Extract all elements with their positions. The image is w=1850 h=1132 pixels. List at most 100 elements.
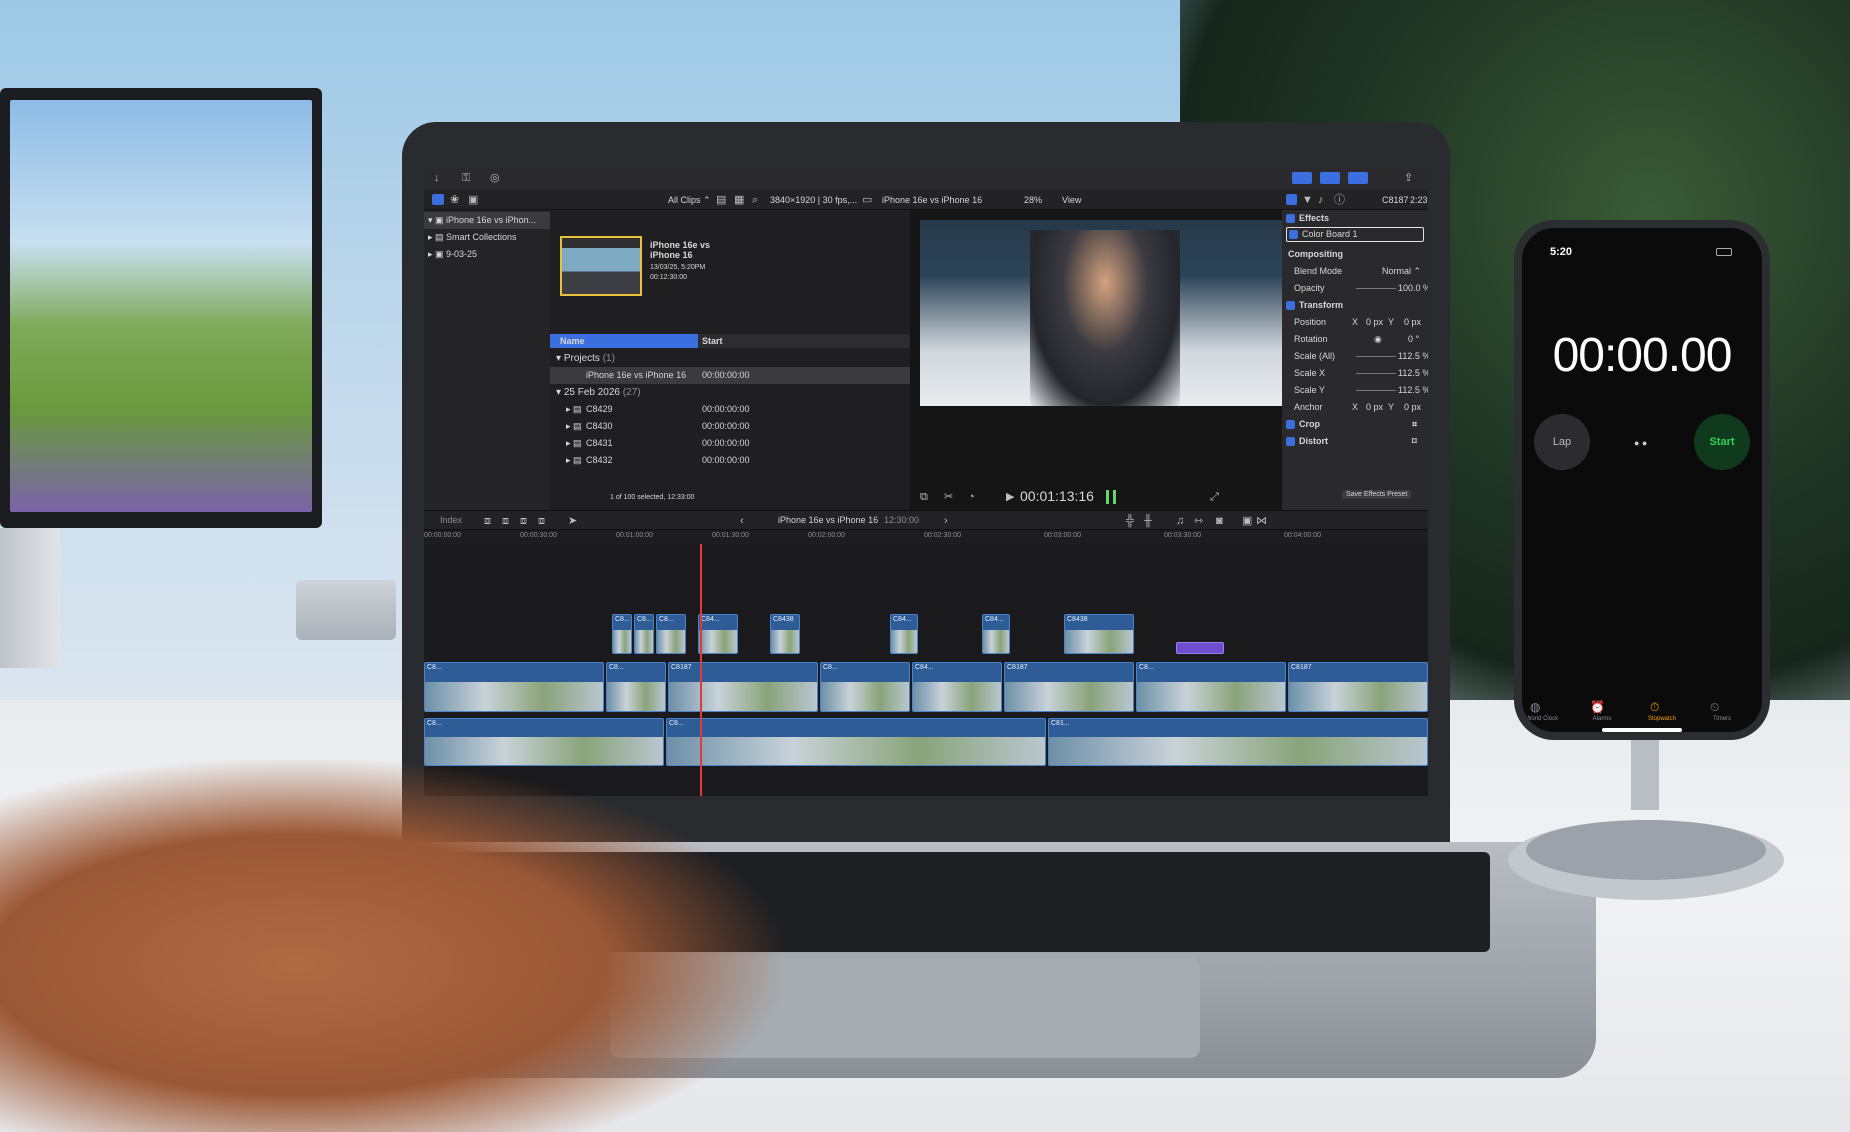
clip-appearance-timeline-icon[interactable]: ▣: [1242, 514, 1252, 528]
anchor-y-field[interactable]: 0 px: [1404, 399, 1421, 416]
viewer-frame[interactable]: [920, 220, 1282, 406]
join-icon[interactable]: ╫: [1144, 514, 1152, 528]
list-group[interactable]: ▾ Projects (1): [550, 350, 910, 367]
timeline-clip[interactable]: C8...: [656, 614, 686, 654]
tab-alarms[interactable]: Alarms: [1574, 716, 1630, 722]
list-item[interactable]: iPhone 16e vs iPhone 16 00:00:00:00: [550, 367, 910, 384]
distort-header[interactable]: Distort ⌑: [1282, 433, 1428, 450]
timeline-clip[interactable]: C8438: [1064, 614, 1134, 654]
titles-icon[interactable]: ▣: [468, 193, 478, 207]
list-item[interactable]: ▸ ▤ C8430 00:00:00:00: [550, 418, 910, 435]
view-dropdown[interactable]: View: [1062, 195, 1081, 205]
scale-x-slider[interactable]: [1356, 373, 1396, 374]
timeline-clip[interactable]: C8...: [634, 614, 654, 654]
column-start[interactable]: Start: [702, 336, 723, 346]
video-inspector-icon[interactable]: [1286, 194, 1297, 205]
speed-icon[interactable]: ◔: [968, 490, 975, 504]
timeline-clip[interactable]: C8...: [424, 718, 664, 766]
tab-stopwatch[interactable]: Stopwatch: [1634, 716, 1690, 722]
rotation-field[interactable]: 0 °: [1408, 331, 1419, 348]
enhance-icon[interactable]: ✂: [944, 490, 953, 504]
background-tasks-icon[interactable]: ◎: [490, 171, 500, 185]
opacity-slider[interactable]: [1356, 288, 1396, 289]
color-board-effect[interactable]: Color Board 1: [1286, 227, 1424, 242]
timeline-clip[interactable]: C84...: [890, 614, 918, 654]
rotation-dial-icon[interactable]: ◉: [1374, 331, 1382, 348]
timeline-clip[interactable]: C81...: [1048, 718, 1428, 766]
timer-icon[interactable]: ⏲: [1710, 700, 1719, 715]
timeline-clip[interactable]: C8187: [668, 662, 818, 712]
timeline-clip[interactable]: C8...: [424, 662, 604, 712]
list-item[interactable]: ▸ ▤ C8432 00:00:00:00: [550, 452, 910, 469]
timeline[interactable]: C8... C8... C8... C84... C8438 C84... C8…: [424, 544, 1428, 796]
history-back-icon[interactable]: ‹: [740, 514, 744, 528]
insert-icon[interactable]: ⧈: [502, 514, 509, 528]
timeline-project-name[interactable]: iPhone 16e vs iPhone 16: [778, 515, 878, 525]
timeline-clip[interactable]: C84...: [698, 614, 738, 654]
project-thumbnail[interactable]: [560, 236, 642, 296]
connect-icon[interactable]: ⧈: [484, 514, 491, 528]
audio-inspector-icon[interactable]: ♪: [1318, 193, 1324, 207]
search-icon[interactable]: ⌕: [752, 193, 758, 207]
alarm-icon[interactable]: ⏰: [1590, 700, 1605, 714]
overwrite-icon[interactable]: ⧈: [538, 514, 545, 528]
import-icon[interactable]: ↓: [434, 171, 440, 185]
transform-tool-icon[interactable]: ⧉: [920, 490, 928, 504]
scale-y-slider[interactable]: [1356, 390, 1396, 391]
crop-header[interactable]: Crop ⌗: [1282, 416, 1428, 433]
timeline-ruler[interactable]: 00:00:00:00 00:00:30:00 00:01:00:00 00:0…: [424, 530, 1428, 544]
headphones-icon[interactable]: ♫: [1176, 514, 1184, 528]
timeline-clip[interactable]: C8...: [1136, 662, 1286, 712]
skimming-icon[interactable]: ⇿: [1194, 514, 1203, 528]
timeline-index-button[interactable]: Index: [440, 515, 462, 525]
library-item[interactable]: ▾ ▣ iPhone 16e vs iPhon...: [424, 212, 550, 229]
timeline-clip[interactable]: C8187: [1288, 662, 1428, 712]
snapping-icon[interactable]: ◙: [1216, 514, 1223, 528]
position-x-field[interactable]: 0 px: [1366, 314, 1383, 331]
tab-timers[interactable]: Timers: [1694, 716, 1750, 722]
list-item[interactable]: ▸ ▤ C8431 00:00:00:00: [550, 435, 910, 452]
playhead[interactable]: [700, 544, 702, 796]
color-inspector-icon[interactable]: ▼: [1302, 193, 1313, 207]
photos-icon[interactable]: ❀: [450, 193, 459, 207]
blend-mode-popup[interactable]: Normal ⌃: [1382, 263, 1421, 280]
timeline-clip[interactable]: C8...: [606, 662, 666, 712]
library-item[interactable]: ▸ ▣ 9-03-25: [424, 246, 550, 263]
inspector-toggle-icon[interactable]: [1348, 172, 1368, 184]
history-forward-icon[interactable]: ›: [944, 514, 948, 528]
timeline-clip[interactable]: C8...: [666, 718, 1046, 766]
lap-button[interactable]: Lap: [1534, 414, 1590, 470]
timeline-clip[interactable]: C8...: [820, 662, 910, 712]
zoom-dropdown[interactable]: 28%: [1024, 195, 1042, 205]
library-item[interactable]: ▸ ▤ Smart Collections: [424, 229, 550, 246]
anchor-x-field[interactable]: 0 px: [1366, 399, 1383, 416]
save-effects-preset-button[interactable]: Save Effects Preset: [1342, 490, 1412, 499]
world-clock-icon[interactable]: ◍: [1530, 700, 1540, 714]
timeline-toggle-icon[interactable]: [1320, 172, 1340, 184]
compositing-header[interactable]: Compositing: [1282, 246, 1428, 263]
info-inspector-icon[interactable]: ⓘ: [1334, 193, 1345, 207]
distort-icon[interactable]: ⌑: [1412, 433, 1417, 450]
timeline-clip[interactable]: C8...: [612, 614, 632, 654]
scale-all-slider[interactable]: [1356, 356, 1396, 357]
share-icon[interactable]: ⇪: [1404, 171, 1413, 185]
select-tool-icon[interactable]: ➤: [568, 514, 577, 528]
play-icon[interactable]: ▶: [1006, 490, 1014, 504]
append-icon[interactable]: ⧈: [520, 514, 527, 528]
position-y-field[interactable]: 0 px: [1404, 314, 1421, 331]
transform-header[interactable]: Transform: [1282, 297, 1428, 314]
timeline-clip[interactable]: C8438: [770, 614, 800, 654]
split-icon[interactable]: ╬: [1126, 514, 1134, 528]
all-clips-dropdown[interactable]: All Clips ⌃: [668, 195, 711, 206]
effects-browser-icon[interactable]: ⋈: [1256, 514, 1267, 528]
list-item[interactable]: ▸ ▤ C8429 00:00:00:00: [550, 401, 910, 418]
tab-world-clock[interactable]: World Clock: [1522, 716, 1570, 722]
timeline-clip[interactable]: C84...: [912, 662, 1002, 712]
title-clip[interactable]: [1176, 642, 1224, 654]
keyword-icon[interactable]: ⚿: [462, 171, 470, 185]
browser-toggle-icon[interactable]: [1292, 172, 1312, 184]
timeline-clip[interactable]: C84...: [982, 614, 1010, 654]
list-group[interactable]: ▾ 25 Feb 2026 (27): [550, 384, 910, 401]
clip-appearance-icon[interactable]: ▤: [716, 193, 726, 207]
timeline-clip[interactable]: C8187: [1004, 662, 1134, 712]
